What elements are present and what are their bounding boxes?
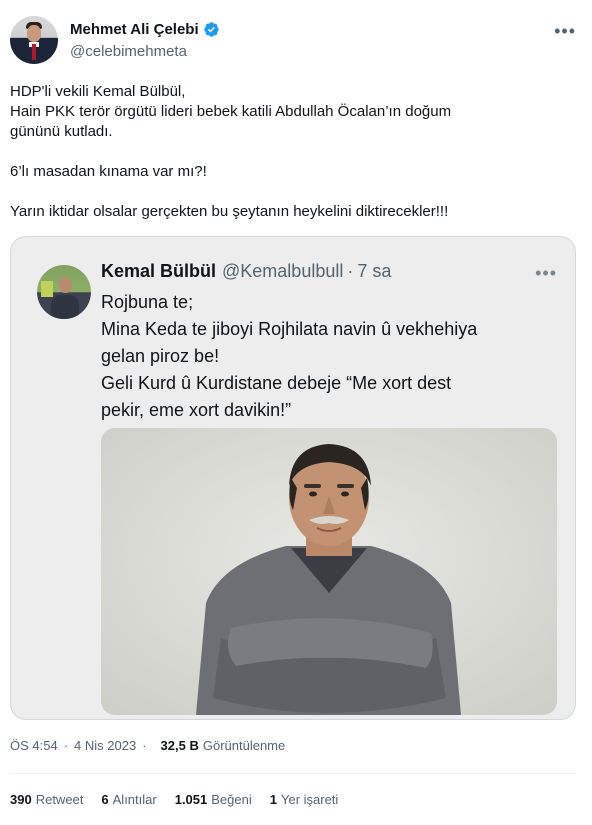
author-handle[interactable]: @celebimehmeta xyxy=(70,43,187,60)
avatar-flag xyxy=(41,281,53,297)
quoted-tweet-line: pekir, eme xort davikin!” xyxy=(101,400,292,420)
tweet-header: Mehmet Ali Çelebi @celebimehmeta ••• xyxy=(10,16,580,68)
avatar-body xyxy=(51,295,79,319)
retweets-stat[interactable]: 390 Retweet xyxy=(10,792,83,807)
portrait-photo xyxy=(101,428,557,715)
separator-dot: · xyxy=(63,738,69,753)
quoted-author-name[interactable]: Kemal Bülbül xyxy=(101,261,216,282)
tweet-line: 6’lı masadan kınama var mı?! xyxy=(10,163,207,180)
likes-label: Beğeni xyxy=(211,792,252,807)
quoted-tweet-photo[interactable] xyxy=(101,428,557,715)
views-label: Görüntülenme xyxy=(202,738,286,753)
quotes-label: Alıntılar xyxy=(112,792,157,807)
quoted-tweet-card[interactable]: Kemal Bülbül @Kemalbulbull · 7 sa ••• Ro… xyxy=(10,236,576,720)
author-name[interactable]: Mehmet Ali Çelebi xyxy=(70,21,199,38)
more-horizontal-icon[interactable]: ••• xyxy=(554,22,576,40)
bookmarks-count: 1 xyxy=(269,792,277,807)
bookmarks-stat[interactable]: 1 Yer işareti xyxy=(270,792,339,807)
more-horizontal-icon[interactable]: ••• xyxy=(535,263,557,284)
likes-stat[interactable]: 1.051 Beğeni xyxy=(175,792,252,807)
quoted-tweet-header: Kemal Bülbül @Kemalbulbull · 7 sa xyxy=(101,261,391,282)
quoted-tweet-line: Geli Kurd û Kurdistane debeje “Me xort d… xyxy=(101,373,452,393)
quoted-tweet-line: Rojbuna te; xyxy=(101,292,194,312)
divider xyxy=(10,773,576,774)
tweet-line: gününü kutladı. xyxy=(10,123,113,140)
separator-dot: · xyxy=(142,738,147,753)
quoted-tweet-line: Mina Keda te jiboyi Rojhilata navin û ve… xyxy=(101,319,478,339)
quoted-tweet-text: Rojbuna te; Mina Keda te jiboyi Rojhilat… xyxy=(101,289,551,424)
avatar-face xyxy=(27,25,41,42)
verified-badge-icon xyxy=(203,22,219,37)
quoted-author-handle[interactable]: @Kemalbulbull xyxy=(222,261,343,282)
retweets-label: Retweet xyxy=(35,792,84,807)
quotes-count: 6 xyxy=(101,792,109,807)
views-count: 32,5 B xyxy=(160,738,199,753)
quoted-author-avatar[interactable] xyxy=(37,265,91,319)
tweet-text: HDP'li vekili Kemal Bülbül, Hain PKK ter… xyxy=(10,82,580,222)
tweet-stats: 390 Retweet 6 Alıntılar 1.051 Beğeni 1 Y… xyxy=(10,792,356,807)
tweet-date[interactable]: 4 Nis 2023 xyxy=(74,738,136,753)
separator-dot: · xyxy=(347,261,354,281)
bookmarks-label: Yer işareti xyxy=(280,792,339,807)
retweets-count: 390 xyxy=(10,792,32,807)
tweet-line: HDP'li vekili Kemal Bülbül, xyxy=(10,83,186,100)
tweet-time[interactable]: ÖS 4:54 xyxy=(10,738,58,753)
avatar-tie xyxy=(32,44,36,60)
quoted-tweet-time[interactable]: 7 sa xyxy=(357,261,391,282)
avatar-face xyxy=(59,277,72,293)
author-name-row: Mehmet Ali Çelebi xyxy=(70,21,220,38)
quoted-tweet-line: gelan piroz be! xyxy=(101,346,220,366)
quotes-stat[interactable]: 6 Alıntılar xyxy=(101,792,156,807)
likes-count: 1.051 xyxy=(174,792,208,807)
tweet-meta: ÖS 4:54 · 4 Nis 2023 · 32,5 B Görüntülen… xyxy=(10,738,285,753)
tweet-line: Hain PKK terör örgütü lideri bebek katil… xyxy=(10,103,452,120)
tweet-line: Yarın iktidar olsalar gerçekten bu şeyta… xyxy=(10,203,449,220)
author-avatar[interactable] xyxy=(10,16,58,64)
